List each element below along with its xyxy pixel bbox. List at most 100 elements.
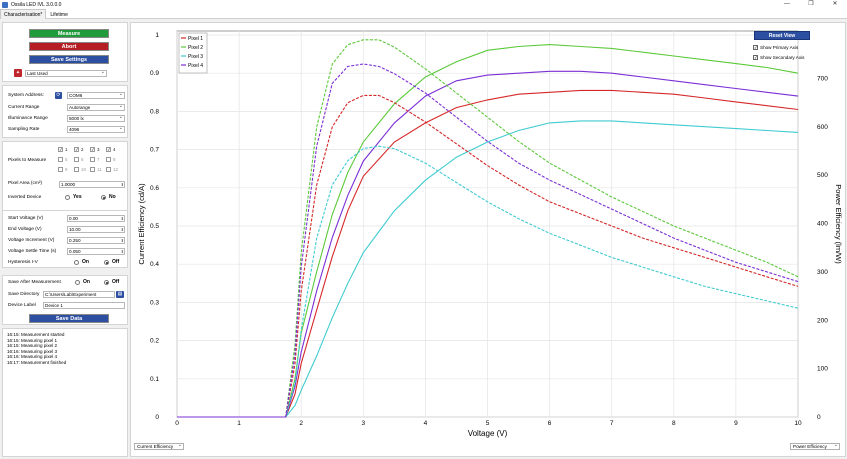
save-after-off-label: Off xyxy=(112,279,120,285)
maximize-icon[interactable]: ❐ xyxy=(799,0,823,9)
y-tick-label: 0.5 xyxy=(150,223,159,230)
save-after-off-radio[interactable] xyxy=(104,280,109,285)
y-tick-label: 0.7 xyxy=(150,147,159,154)
y2-tick-label: 200 xyxy=(817,317,828,324)
x-tick-label: 2 xyxy=(299,420,303,427)
y-tick-label: 0.8 xyxy=(150,108,159,115)
device-label-input[interactable]: Device 1 xyxy=(43,302,125,309)
x-tick-label: 10 xyxy=(794,420,802,427)
device-label-label: Device Label xyxy=(8,303,36,308)
y2-axis-label: Power Efficiency (lm/W) xyxy=(834,184,843,264)
inverted-yes-radio[interactable] xyxy=(65,195,70,200)
pixel-area-input[interactable]: 1.0000 xyxy=(59,181,125,188)
save-settings-button[interactable]: Save Settings xyxy=(29,55,109,64)
save-directory-label: Save Directory xyxy=(8,292,40,297)
preset-icon[interactable]: ✦ xyxy=(14,69,22,77)
settle-time-input[interactable]: 0.050 xyxy=(67,248,125,255)
pixel-checkbox-7[interactable] xyxy=(90,157,95,162)
preset-select[interactable]: Last Used xyxy=(25,69,107,77)
start-voltage-input[interactable]: 0.00 xyxy=(67,215,125,222)
pixel-checkbox-label-2: 2 xyxy=(81,147,84,152)
pixel-checkbox-label-6: 6 xyxy=(81,157,84,162)
title-bar: Ossila LED IVL 3.0.0.0 — ❐ ✕ xyxy=(0,0,847,9)
voltage-increment-input[interactable]: 0.250 xyxy=(67,237,125,244)
folder-icon[interactable]: ▤ xyxy=(116,291,124,298)
legend-entry: Pixel 1 xyxy=(188,36,203,42)
secondary-axis-select[interactable]: Power Efficiency xyxy=(790,442,840,450)
y2-tick-label: 500 xyxy=(817,172,828,179)
pixel-checkbox-2[interactable] xyxy=(74,147,79,152)
inverted-no-radio[interactable] xyxy=(101,195,106,200)
end-voltage-label: End Voltage (V) xyxy=(8,227,42,232)
tab-lifetime[interactable]: Lifetime xyxy=(46,9,72,19)
hysteresis-on-radio[interactable] xyxy=(74,260,79,265)
y2-tick-label: 100 xyxy=(817,366,828,373)
sampling-rate-select[interactable]: 4096 xyxy=(67,125,125,133)
end-voltage-input[interactable]: 10.00 xyxy=(67,226,125,233)
show-primary-axis-checkbox[interactable] xyxy=(753,45,758,50)
settle-time-label: Voltage Settle Time (s) xyxy=(8,249,57,254)
show-secondary-axis-label: Show Secondary Axis xyxy=(760,55,805,60)
y-axis-label: Current Efficiency (cd/A) xyxy=(137,183,146,265)
pixel-checkbox-label-5: 5 xyxy=(65,157,68,162)
save-directory-input[interactable]: C:\Users\Lab\Experiment xyxy=(43,291,115,298)
close-icon[interactable]: ✕ xyxy=(823,0,847,9)
pixel-checkbox-4[interactable] xyxy=(106,147,111,152)
legend-entry: Pixel 4 xyxy=(188,63,203,69)
plot-panel: 0 1 2 3 4 5 6 7 8 9 10 0 0.1 0.2 0.3 0.4 0.5 0.6 0.7 0.8 0.9… xyxy=(130,22,846,457)
hysteresis-label: Hysteresis I-V xyxy=(8,260,38,265)
save-panel: Save After Measurement On Off Save Direc… xyxy=(2,275,128,325)
illuminance-range-label: Illuminance Range xyxy=(8,116,48,121)
pixels-to-measure-label: Pixels to Measure xyxy=(8,158,47,163)
pixel-checkbox-label-3: 3 xyxy=(97,147,100,152)
pixel-checkbox-label-7: 7 xyxy=(97,157,100,162)
current-range-select[interactable]: Autorange xyxy=(67,103,125,111)
voltage-increment-label: Voltage Increment (V) xyxy=(8,238,55,243)
action-panel: Measure Abort Save Settings ✦ Last Used xyxy=(2,22,128,82)
pixel-checkbox-10[interactable] xyxy=(74,167,79,172)
y-tick-label: 0.2 xyxy=(150,338,159,345)
y-tick-label: 0 xyxy=(155,414,159,421)
illuminance-range-select[interactable]: 5000 lx xyxy=(67,114,125,122)
x-tick-label: 6 xyxy=(548,420,552,427)
pixel-checkbox-label-11: 11 xyxy=(97,167,102,172)
pixel-checkbox-3[interactable] xyxy=(90,147,95,152)
x-tick-label: 7 xyxy=(610,420,614,427)
pixel-area-label: Pixel Area (cm²) xyxy=(8,181,43,186)
y-tick-label: 1 xyxy=(155,32,159,39)
save-after-on-label: On xyxy=(83,279,90,285)
x-tick-label: 8 xyxy=(672,420,676,427)
x-axis-label: Voltage (V) xyxy=(468,429,508,438)
legend-entry: Pixel 3 xyxy=(188,54,203,60)
pixel-checkbox-1[interactable] xyxy=(58,147,63,152)
pixel-checkbox-9[interactable] xyxy=(58,167,63,172)
measure-button[interactable]: Measure xyxy=(29,29,109,38)
y-tick-label: 0.3 xyxy=(150,299,159,306)
system-address-select[interactable]: COM6 xyxy=(67,91,125,99)
primary-axis-select[interactable]: Current Efficiency xyxy=(134,442,184,450)
pixel-checkbox-label-1: 1 xyxy=(65,147,68,152)
pixel-checkbox-6[interactable] xyxy=(74,157,79,162)
show-primary-axis-label: Show Primary Axis xyxy=(760,45,799,50)
pixel-checkbox-8[interactable] xyxy=(106,157,111,162)
x-tick-label: 0 xyxy=(175,420,179,427)
save-after-on-radio[interactable] xyxy=(75,280,80,285)
pixel-checkbox-12[interactable] xyxy=(106,167,111,172)
pixel-checkbox-11[interactable] xyxy=(90,167,95,172)
y-tick-label: 0.4 xyxy=(150,261,159,268)
inverted-yes-label: Yes xyxy=(73,194,82,200)
hysteresis-on-label: On xyxy=(82,259,89,265)
minimize-icon[interactable]: — xyxy=(775,0,799,9)
pixel-checkbox-5[interactable] xyxy=(58,157,63,162)
save-data-button[interactable]: Save Data xyxy=(29,314,109,323)
hysteresis-off-radio[interactable] xyxy=(104,260,109,265)
abort-button[interactable]: Abort xyxy=(29,42,109,51)
voltage-panel: Start Voltage (V) 0.00 End Voltage (V) 1… xyxy=(2,210,128,268)
inverted-no-label: No xyxy=(109,194,116,200)
refresh-icon[interactable]: ⟳ xyxy=(55,92,62,99)
tab-bar: Characterisation* Lifetime xyxy=(0,9,847,19)
pixel-checkbox-label-10: 10 xyxy=(81,167,87,172)
tab-characterisation[interactable]: Characterisation* xyxy=(0,9,47,19)
reset-view-button[interactable]: Reset View xyxy=(754,31,810,40)
show-secondary-axis-checkbox[interactable] xyxy=(753,55,758,60)
